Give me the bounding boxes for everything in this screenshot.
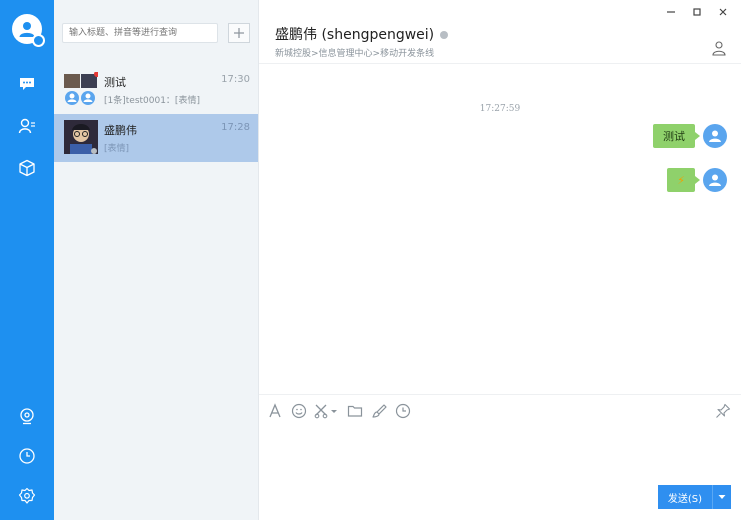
nav-apps[interactable] — [0, 148, 54, 188]
close-button[interactable] — [715, 4, 731, 20]
maximize-button[interactable] — [689, 4, 705, 20]
message-bubble[interactable]: 测试 — [653, 124, 700, 148]
send-options-dropdown[interactable] — [712, 485, 731, 509]
contact-avatar-icon — [64, 120, 98, 154]
history-icon — [395, 403, 411, 419]
font-icon — [269, 403, 281, 418]
nav-history[interactable] — [0, 436, 54, 476]
group-avatar — [64, 71, 100, 106]
user-icon — [709, 174, 721, 186]
close-icon — [719, 8, 727, 16]
chat-header: 盛鹏伟 (shengpengwei) 新城控股>信息管理中心>移动开发条线 — [259, 0, 741, 64]
minimize-button[interactable] — [663, 4, 679, 20]
conversation-time: 17:30 — [221, 74, 250, 85]
org-breadcrumb: 新城控股>信息管理中心>移动开发条线 — [275, 49, 435, 59]
user-avatar[interactable] — [12, 14, 45, 47]
message-list: 17:27:59 测试 ⚡ — [259, 64, 741, 394]
history-clock-icon — [19, 448, 35, 464]
message-composer: 发送(S) — [259, 394, 741, 521]
send-button[interactable]: 发送(S) — [657, 485, 712, 509]
plus-icon — [234, 28, 244, 38]
contact-title: 盛鹏伟 (shengpengwei) — [275, 24, 449, 44]
online-status-dot — [32, 34, 45, 47]
sender-avatar[interactable] — [703, 124, 727, 148]
composer-toolbar — [265, 401, 417, 421]
message-timestamp: 17:27:59 — [479, 104, 521, 114]
chevron-down-icon — [718, 495, 726, 499]
nav-contacts[interactable] — [0, 106, 54, 146]
minimize-icon — [667, 11, 675, 13]
conversation-list-panel: 测试 17:30 [1条]test0001：[表情] 盛鹏伟 17:28 [表情… — [54, 0, 259, 520]
conversation-name: 盛鹏伟 — [104, 124, 137, 137]
history-button[interactable] — [393, 401, 413, 421]
pin-button[interactable] — [713, 401, 733, 421]
conversation-preview: [1条]test0001：[表情] — [104, 96, 200, 106]
screenshot-button[interactable] — [313, 401, 341, 421]
folder-button[interactable] — [345, 401, 365, 421]
presence-status-dot — [440, 31, 449, 39]
pin-icon — [716, 403, 731, 418]
add-button[interactable] — [228, 23, 250, 43]
left-rail — [0, 0, 54, 520]
conversation-time: 17:28 — [221, 122, 250, 133]
app-window: 测试 17:30 [1条]test0001：[表情] 盛鹏伟 17:28 [表情… — [0, 0, 741, 520]
contact-name-text: 盛鹏伟 (shengpengwei) — [275, 27, 435, 43]
folder-icon — [347, 405, 363, 417]
search-input[interactable] — [62, 23, 218, 43]
user-icon — [709, 130, 721, 142]
chat-area: 盛鹏伟 (shengpengwei) 新城控股>信息管理中心>移动开发条线 17… — [259, 0, 741, 520]
sender-avatar[interactable] — [703, 168, 727, 192]
emoji-button[interactable] — [289, 401, 309, 421]
nav-location[interactable] — [0, 396, 54, 436]
search-row — [62, 22, 252, 44]
conversation-preview: [表情] — [104, 144, 130, 154]
person-icon — [712, 41, 726, 56]
nav-settings[interactable] — [0, 476, 54, 516]
chat-icon — [20, 78, 34, 90]
apps-cube-icon — [19, 159, 35, 177]
contact-avatar — [64, 120, 98, 154]
nav-chat[interactable] — [0, 64, 54, 104]
profile-button[interactable] — [711, 40, 727, 56]
contacts-icon — [18, 118, 35, 134]
emoji-icon — [291, 403, 307, 419]
brush-icon — [372, 404, 387, 418]
maximize-icon — [693, 8, 701, 16]
conversation-name: 测试 — [104, 76, 126, 89]
font-button[interactable] — [265, 401, 285, 421]
brush-button[interactable] — [369, 401, 389, 421]
location-icon — [20, 408, 34, 425]
emoji-message-bubble[interactable]: ⚡ — [667, 168, 700, 192]
conversation-item-test[interactable]: 测试 17:30 [1条]test0001：[表情] — [54, 66, 258, 114]
message-row: 测试 — [653, 122, 727, 150]
screenshot-icon — [314, 404, 337, 419]
send-group: 发送(S) — [657, 485, 731, 509]
conversation-item-shengpengwei[interactable]: 盛鹏伟 17:28 [表情] — [54, 114, 258, 162]
settings-gear-icon — [18, 487, 36, 504]
group-avatar-icon — [64, 71, 100, 105]
message-row: ⚡ — [667, 166, 727, 194]
